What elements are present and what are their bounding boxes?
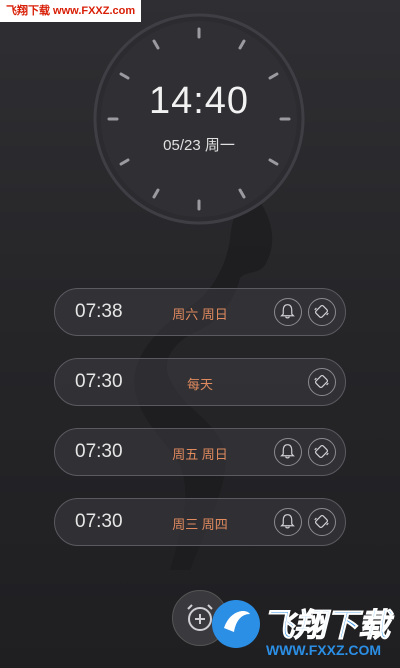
analog-clock-face: 14:40 05/23 周一: [92, 12, 306, 226]
alarm-item[interactable]: 07:30 周三 周四: [54, 498, 346, 546]
alarm-time: 07:38: [75, 301, 123, 322]
alarm-time: 07:30: [75, 441, 123, 462]
alarm-repeat-days: 周三 周四: [172, 517, 228, 532]
logo-text: 飞翔下载: [261, 607, 391, 644]
alarm-item[interactable]: 07:30 每天: [54, 358, 346, 406]
vibrate-phone-icon[interactable]: [308, 438, 336, 466]
alarm-time: 07:30: [75, 371, 123, 392]
current-date: 05/23 周一: [163, 137, 235, 154]
alarm-item[interactable]: 07:30 周五 周日: [54, 428, 346, 476]
alarm-time: 07:30: [75, 511, 123, 532]
alarm-repeat-days: 周六 周日: [172, 307, 228, 322]
bell-icon[interactable]: [274, 438, 302, 466]
alarm-repeat-days: 周五 周日: [172, 447, 228, 462]
vibrate-phone-icon[interactable]: [308, 508, 336, 536]
current-time: 14:40: [148, 80, 250, 122]
bell-icon[interactable]: [274, 298, 302, 326]
bell-icon[interactable]: [274, 508, 302, 536]
site-logo-watermark: 飞翔下载 WWW.FXXZ.COM: [210, 590, 400, 668]
vibrate-phone-icon[interactable]: [308, 298, 336, 326]
vibrate-phone-icon[interactable]: [308, 368, 336, 396]
alarm-item[interactable]: 07:38 周六 周日: [54, 288, 346, 336]
logo-icon: [212, 600, 260, 648]
logo-url: WWW.FXXZ.COM: [266, 642, 382, 658]
alarm-repeat-days: 每天: [186, 377, 213, 392]
